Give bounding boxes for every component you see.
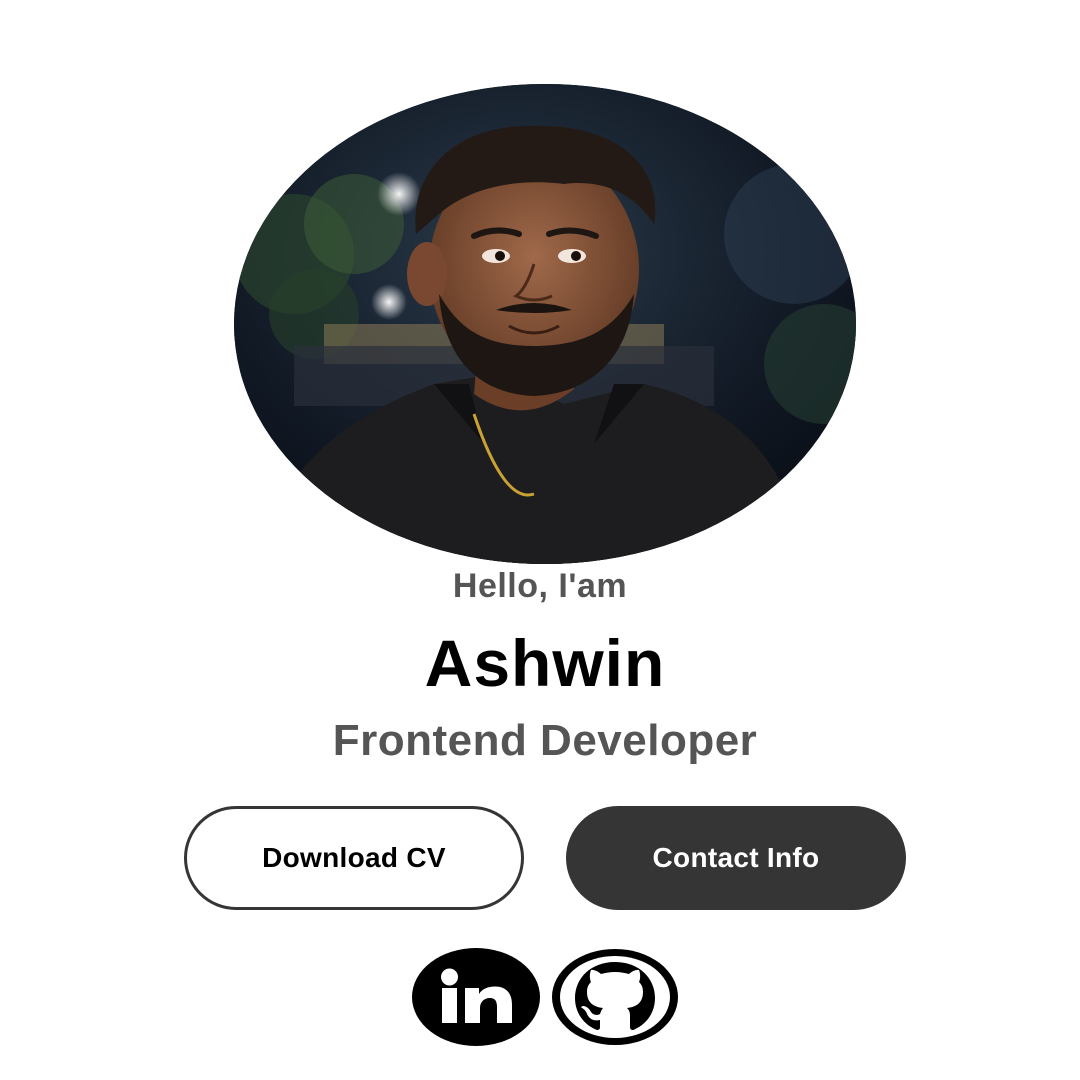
download-cv-label: Download CV	[262, 842, 446, 873]
linkedin-link[interactable]	[412, 948, 540, 1046]
profile-page: Hello, I'am Ashwin Frontend Developer Do…	[0, 0, 1080, 1080]
download-cv-button[interactable]: Download CV	[184, 806, 524, 910]
job-title: Frontend Developer	[332, 716, 758, 765]
greeting-text: Hello, I'am	[452, 567, 628, 605]
github-link[interactable]	[551, 948, 679, 1046]
profile-photo	[234, 84, 856, 564]
contact-info-label: Contact Info	[652, 842, 820, 873]
person-name: Ashwin	[424, 626, 666, 700]
profile-photo-illustration	[234, 84, 856, 564]
github-icon	[552, 949, 678, 1045]
linkedin-icon	[412, 948, 540, 1046]
contact-info-button[interactable]: Contact Info	[566, 806, 906, 910]
